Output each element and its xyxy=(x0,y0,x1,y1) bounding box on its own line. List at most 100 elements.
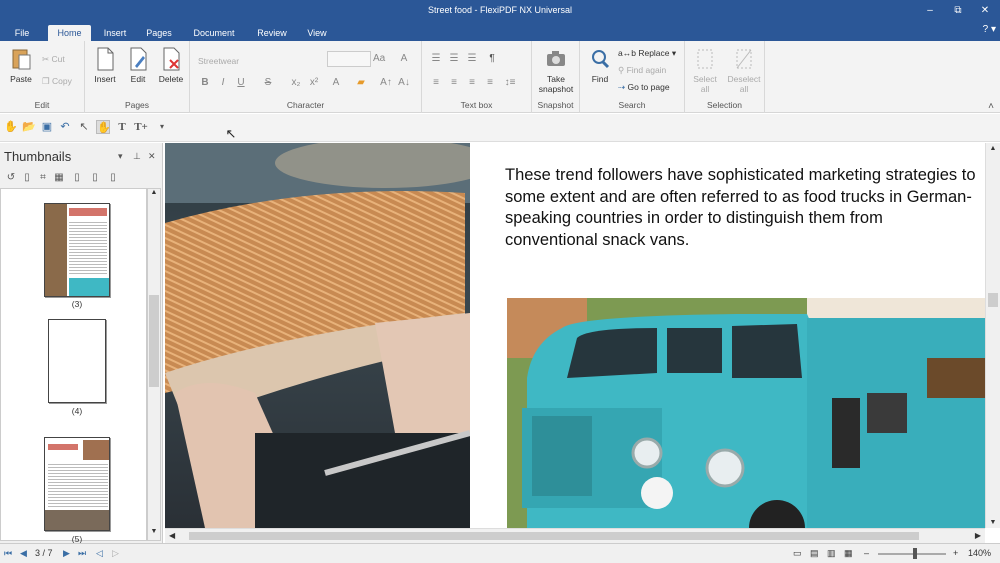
select-pointer-icon[interactable]: ↖ xyxy=(77,120,91,134)
align-center-icon[interactable]: ≡ xyxy=(448,77,460,88)
scroll-left-icon[interactable]: ◀ xyxy=(169,531,175,540)
align-right-icon[interactable]: ≡ xyxy=(466,77,478,88)
continuous-view-icon[interactable]: ▤ xyxy=(810,548,819,559)
add-text-icon[interactable]: T+ xyxy=(134,120,148,134)
justify-icon[interactable]: ≡ xyxy=(484,77,496,88)
thumbnail-page-5[interactable] xyxy=(44,437,110,531)
back-icon[interactable]: ◁ xyxy=(96,548,103,559)
deselect-all-button[interactable]: Deselect all xyxy=(725,47,763,94)
close-button[interactable]: ✕ xyxy=(972,3,998,19)
scroll-right-icon[interactable]: ▶ xyxy=(975,531,981,540)
open-folder-icon[interactable]: 📂 xyxy=(22,120,36,134)
minimize-button[interactable]: – xyxy=(917,3,943,19)
align-left-icon[interactable]: ≡ xyxy=(430,77,442,88)
document-vertical-scrollbar[interactable]: ▲ ▼ xyxy=(985,143,1000,528)
tab-home[interactable]: Home xyxy=(48,25,91,41)
group-snapshot: Take snapshot Snapshot xyxy=(532,41,580,113)
line-spacing-icon[interactable]: ↕≡ xyxy=(504,77,516,88)
zoom-slider[interactable] xyxy=(878,553,946,555)
find-again-button[interactable]: ⚲ Find again xyxy=(618,64,666,76)
copy-button[interactable]: ❐ Copy xyxy=(42,75,72,87)
zoom-in-icon[interactable]: + xyxy=(953,548,958,558)
replace-page-icon[interactable]: ▯ xyxy=(88,171,102,185)
tab-pages[interactable]: Pages xyxy=(140,25,178,41)
previous-page-icon[interactable]: ◀ xyxy=(20,548,27,559)
strikethrough-icon[interactable]: S xyxy=(262,77,274,88)
thumbnail-scroll-thumb[interactable] xyxy=(149,295,159,387)
tab-review[interactable]: Review xyxy=(250,25,294,41)
pin-icon[interactable]: ⊥ xyxy=(133,151,141,162)
help-button[interactable]: ? ▾ xyxy=(983,24,996,35)
text-tool-icon[interactable]: T xyxy=(115,120,129,134)
select-all-button[interactable]: Select all xyxy=(689,47,721,94)
pilcrow-icon[interactable]: ¶ xyxy=(486,53,498,64)
undo-icon[interactable]: ↶ xyxy=(58,120,72,134)
thumbnail-page-4[interactable] xyxy=(48,319,106,403)
close-pane-icon[interactable]: ✕ xyxy=(148,151,156,162)
extract-page-icon[interactable]: ▦ xyxy=(52,171,66,185)
cut-button[interactable]: ✂ Cut xyxy=(42,53,65,65)
superscript-icon[interactable]: x² xyxy=(308,77,320,88)
find-button[interactable]: Find xyxy=(584,47,616,84)
font-color-icon[interactable]: A xyxy=(330,77,342,88)
insert-page-button[interactable]: Insert xyxy=(89,47,121,84)
customize-toolbar-icon[interactable]: ▾ xyxy=(155,120,169,134)
last-page-icon[interactable]: ⏭ xyxy=(78,548,86,559)
go-to-page-button[interactable]: ⇢ Go to page xyxy=(618,81,670,93)
crop-page-icon[interactable]: ⌗ xyxy=(36,171,50,185)
shrink-font-icon[interactable]: A↓ xyxy=(398,77,410,88)
restore-button[interactable]: ⧉ xyxy=(945,3,971,19)
thumbnail-page-3[interactable] xyxy=(44,203,110,297)
scroll-up-icon[interactable]: ▲ xyxy=(987,145,999,152)
insert-page-thumb-icon[interactable]: ▯ xyxy=(70,171,84,185)
collapse-ribbon-icon[interactable]: ˄ xyxy=(985,101,997,112)
font-name-field[interactable]: Streetwear xyxy=(198,54,320,68)
two-page-continuous-icon[interactable]: ▦ xyxy=(844,548,853,559)
replace-button[interactable]: a↔b Replace ▾ xyxy=(618,47,676,59)
tab-view[interactable]: View xyxy=(300,25,334,41)
tab-insert[interactable]: Insert xyxy=(97,25,133,41)
thumbnail-scrollbar[interactable]: ▲ ▼ xyxy=(147,188,161,541)
underline-icon[interactable]: U xyxy=(235,77,247,88)
bullet-list-icon[interactable]: ☰ xyxy=(430,53,442,64)
first-page-icon[interactable]: ⏮ xyxy=(4,548,12,559)
new-page-icon[interactable]: ▯ xyxy=(20,171,34,185)
magnifier-icon xyxy=(592,50,610,69)
next-page-icon[interactable]: ▶ xyxy=(63,548,70,559)
delete-page-button[interactable]: Delete xyxy=(155,47,187,84)
font-size-aa-icon[interactable]: Aa xyxy=(373,53,385,64)
take-snapshot-button[interactable]: Take snapshot xyxy=(536,47,576,94)
horizontal-scroll-thumb[interactable] xyxy=(189,532,919,540)
zoom-out-icon[interactable]: – xyxy=(864,548,869,558)
scroll-up-icon[interactable]: ▲ xyxy=(148,189,160,201)
font-size-field[interactable] xyxy=(327,51,371,67)
hand-icon[interactable]: ✋ xyxy=(4,120,18,134)
bold-icon[interactable]: B xyxy=(199,77,211,88)
scroll-down-icon[interactable]: ▼ xyxy=(148,528,160,540)
scroll-down-icon[interactable]: ▼ xyxy=(987,519,999,526)
save-icon[interactable]: ▣ xyxy=(40,120,54,134)
list-icon[interactable]: ☰ xyxy=(466,53,478,64)
zoom-slider-handle[interactable] xyxy=(913,548,917,559)
italic-icon[interactable]: I xyxy=(217,77,229,88)
single-page-view-icon[interactable]: ▭ xyxy=(793,548,802,559)
text-style-icon[interactable]: A xyxy=(398,53,410,64)
paste-button[interactable]: Paste xyxy=(5,47,37,84)
tab-file[interactable]: File xyxy=(5,25,39,41)
edit-page-button[interactable]: Edit xyxy=(122,47,154,84)
document-horizontal-scrollbar[interactable]: ◀ ▶ xyxy=(165,528,985,543)
numbered-list-icon[interactable]: ☰ xyxy=(448,53,460,64)
cut-label: Cut xyxy=(51,54,65,64)
subscript-icon[interactable]: x₂ xyxy=(290,77,302,88)
forward-icon[interactable]: ▷ xyxy=(112,548,119,559)
highlight-icon[interactable]: ▰ xyxy=(355,77,367,88)
pane-menu-icon[interactable]: ▾ xyxy=(118,151,123,162)
two-page-view-icon[interactable]: ▥ xyxy=(827,548,836,559)
tab-document[interactable]: Document xyxy=(186,25,242,41)
document-scroll-thumb[interactable] xyxy=(988,293,998,307)
page-indicator[interactable]: 3 / 7 xyxy=(35,548,53,558)
delete-page-thumb-icon[interactable]: ▯ xyxy=(106,171,120,185)
grow-font-icon[interactable]: A↑ xyxy=(380,77,392,88)
rotate-icon[interactable]: ↺ xyxy=(4,171,18,185)
hand-tool-icon[interactable]: ✋ xyxy=(96,120,111,134)
